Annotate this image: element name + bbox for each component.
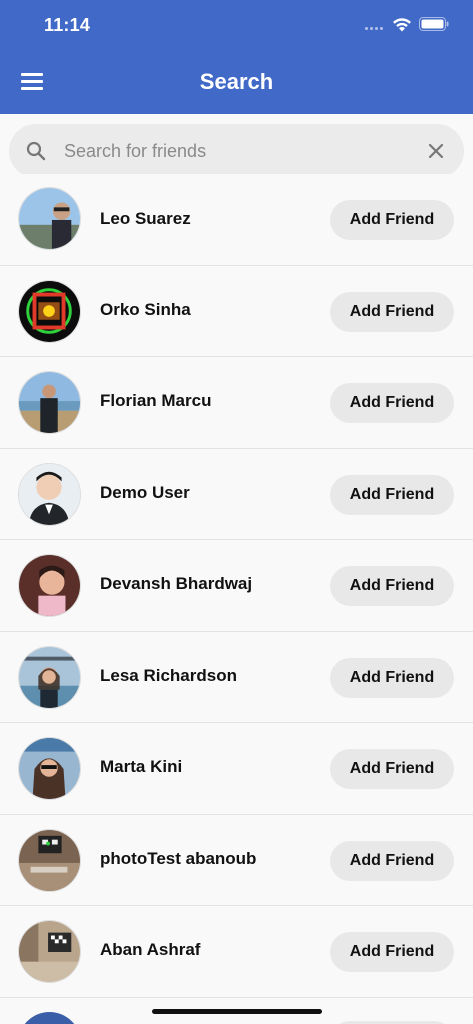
- user-name: Aban Ashraf: [100, 940, 201, 959]
- avatar[interactable]: [18, 1012, 81, 1024]
- avatar[interactable]: [18, 828, 81, 892]
- search-input[interactable]: [64, 134, 414, 168]
- add-friend-button[interactable]: Add Friend: [330, 566, 454, 606]
- app-header: 11:14 Search: [0, 0, 473, 114]
- user-name: Demo User: [100, 482, 190, 502]
- list-item: photoTest abanoub Add Friend: [0, 814, 473, 906]
- user-name: Lesa Richardson: [100, 665, 237, 685]
- user-name: photoTest abanoub: [100, 848, 257, 868]
- add-friend-button[interactable]: Add Friend: [330, 474, 454, 515]
- clear-icon[interactable]: [427, 142, 445, 160]
- list-item: Aban Ashraf Add Friend: [0, 906, 473, 998]
- user-name: Florian Marcu: [100, 391, 212, 410]
- list-item: Devansh Bhardwaj Add Friend: [0, 540, 473, 632]
- user-list: Leo Suarez Add Friend Orko Sinha Add Fri…: [0, 174, 473, 998]
- avatar[interactable]: [18, 645, 81, 709]
- avatar[interactable]: [18, 554, 81, 617]
- wifi-icon: [393, 18, 411, 32]
- add-friend-button[interactable]: Add Friend: [330, 200, 454, 240]
- status-time: 11:14: [44, 15, 91, 35]
- avatar[interactable]: [18, 737, 81, 800]
- battery-icon: [419, 17, 449, 31]
- avatar[interactable]: [18, 279, 81, 343]
- user-name: Devansh Bhardwaj: [100, 574, 253, 593]
- user-name: Leo Suarez: [100, 209, 191, 228]
- add-friend-button[interactable]: Add Friend: [330, 932, 454, 972]
- list-item: Florian Marcu Add Friend: [0, 357, 473, 449]
- list-item: Marta Kini Add Friend: [0, 723, 473, 815]
- list-item: Demo User Add Friend: [0, 448, 473, 540]
- avatar[interactable]: [18, 462, 81, 526]
- add-friend-button[interactable]: Add Friend: [330, 749, 454, 789]
- screen: 11:14 Search Leo S: [0, 0, 473, 1024]
- add-friend-button[interactable]: Add Friend: [330, 291, 454, 332]
- signal-icon: [365, 27, 383, 30]
- add-friend-button[interactable]: Add Friend: [330, 383, 454, 423]
- add-friend-button[interactable]: Add Friend: [330, 840, 454, 881]
- avatar[interactable]: [18, 371, 81, 434]
- list-item: Orko Sinha Add Friend: [0, 265, 473, 357]
- search-icon: [26, 141, 46, 161]
- search-bar: [9, 124, 464, 178]
- home-indicator[interactable]: [152, 1009, 322, 1014]
- list-item: Leo Suarez Add Friend: [0, 174, 473, 266]
- user-name: Orko Sinha: [100, 299, 191, 319]
- list-item: Lesa Richardson Add Friend: [0, 631, 473, 723]
- avatar[interactable]: [18, 187, 81, 250]
- add-friend-button[interactable]: Add Friend: [330, 657, 454, 698]
- page-title: Search: [199, 69, 274, 94]
- user-name: Marta Kini: [100, 757, 183, 776]
- avatar[interactable]: [18, 920, 81, 983]
